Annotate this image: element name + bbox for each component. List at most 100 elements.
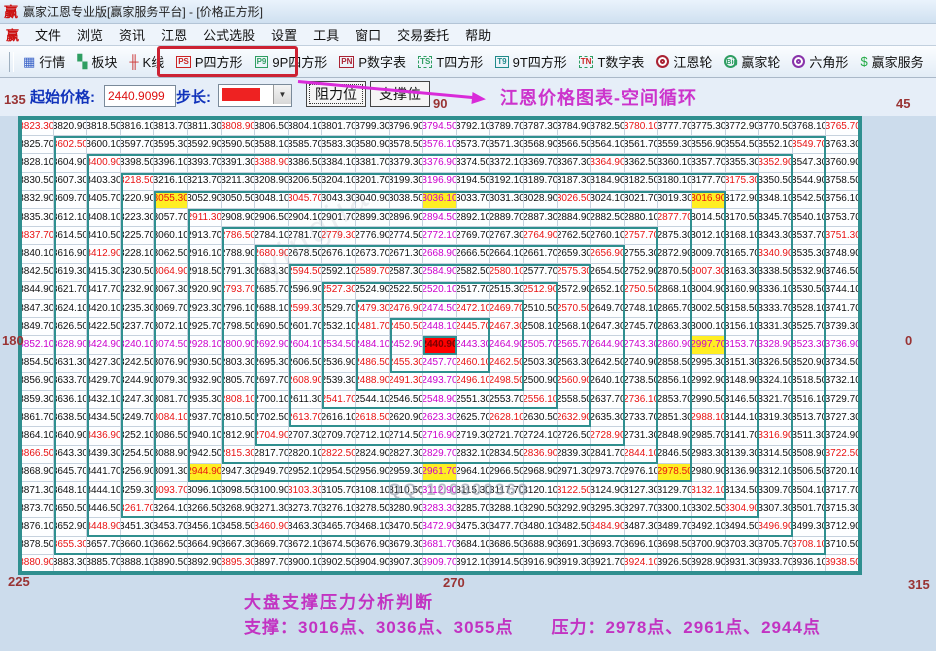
angle-label-45: 45	[896, 96, 910, 111]
menu-item-公式选股[interactable]: 公式选股	[195, 23, 263, 46]
grid-cell: 2551.30	[457, 391, 491, 409]
table-grid-icon: ▦	[23, 54, 35, 70]
angle-label-225: 225	[8, 574, 30, 589]
grid-cell: 3345.70	[759, 209, 793, 227]
grid-cell: 3139.30	[726, 446, 760, 464]
toolbar-item-winner-service[interactable]: $赢家服务	[854, 49, 929, 74]
menu-item-工具[interactable]: 工具	[305, 23, 347, 46]
menu-item-江恩[interactable]: 江恩	[153, 23, 195, 46]
grid-cell: 3434.50	[87, 409, 121, 427]
grid-cell: 3633.70	[54, 373, 88, 391]
grid-cell: 3002.50	[692, 300, 726, 318]
tn-badge-icon: TN	[579, 56, 594, 68]
toolbar-item-9p-square[interactable]: P99P四方形	[249, 49, 334, 74]
toolbar-item-hexagon[interactable]: 六角形	[786, 49, 854, 74]
grid-cell: 2935.30	[188, 391, 222, 409]
grid-cell: 2988.10	[692, 409, 726, 427]
grid-cell: 3453.70	[154, 518, 188, 536]
grid-cell: 2700.10	[255, 391, 289, 409]
menu-item-窗口[interactable]: 窗口	[347, 23, 389, 46]
grid-cell: 3369.70	[524, 154, 558, 172]
menu-item-交易委托[interactable]: 交易委托	[389, 23, 457, 46]
grid-cell: 3914.50	[490, 555, 524, 573]
grid-cell: 2592.10	[322, 264, 356, 282]
menu-item-浏览[interactable]: 浏览	[69, 23, 111, 46]
grid-cell: 2544.10	[356, 391, 390, 409]
grid-cell: 2604.10	[289, 336, 323, 354]
toolbar-item-t-number-table[interactable]: TNT数字表	[573, 49, 651, 74]
grid-cell: 2508.10	[524, 318, 558, 336]
grid-cell: 2767.30	[490, 227, 524, 245]
grid-cell: 2824.90	[356, 446, 390, 464]
step-dropdown[interactable]: ▼	[218, 84, 292, 107]
toolbar-item-kline[interactable]: ╫K线	[123, 49, 170, 74]
grid-cell: 2863.30	[658, 318, 692, 336]
grid-cell: 3556.90	[692, 136, 726, 154]
chevron-down-icon[interactable]: ▼	[273, 85, 291, 104]
toolbar-item-gann-wheel[interactable]: 江恩轮	[650, 49, 718, 74]
menu-item-设置[interactable]: 设置	[263, 23, 305, 46]
grid-cell: 2527.30	[322, 282, 356, 300]
grid-cell: 3674.50	[322, 537, 356, 555]
grid-cell: 3302.50	[692, 500, 726, 518]
toolbar-item-winner-wheel[interactable]: Big赢家轮	[718, 49, 786, 74]
grid-cell: 3100.90	[255, 482, 289, 500]
grid-cell: 3278.50	[356, 500, 390, 518]
grid-cell: 2491.30	[390, 373, 424, 391]
grid-cell: 3748.90	[826, 245, 860, 263]
grid-cell: 3643.30	[54, 446, 88, 464]
grid-cell: 3261.70	[121, 500, 155, 518]
grid-cell: 2980.90	[692, 464, 726, 482]
grid-cell: 3444.10	[87, 482, 121, 500]
grid-cell: 3624.10	[54, 300, 88, 318]
grid-cell: 2467.30	[490, 318, 524, 336]
grid-cell: 3470.50	[390, 518, 424, 536]
grid-cell: 3837.70	[20, 227, 54, 245]
menu-item-文件[interactable]: 文件	[27, 23, 69, 46]
grid-cell: 3506.50	[793, 464, 827, 482]
grid-cell: 2805.70	[222, 373, 256, 391]
grid-cell: 3628.90	[54, 336, 88, 354]
toolbar-item-t-square[interactable]: TST四方形	[412, 49, 489, 74]
grid-cell: 3585.70	[289, 136, 323, 154]
grid-cell: 2841.70	[591, 446, 625, 464]
grid-cell: 3492.10	[692, 518, 726, 536]
grid-cell: 3295.30	[591, 500, 625, 518]
grid-cell: 3698.50	[658, 537, 692, 555]
grid-cell: 2731.30	[625, 427, 659, 445]
grid-cell: 3830.50	[20, 173, 54, 191]
toolbar-item-p-square[interactable]: PSP四方形	[170, 49, 248, 74]
grid-cell: 3439.30	[87, 446, 121, 464]
grid-cell: 3612.10	[54, 209, 88, 227]
grid-cell: 3703.30	[726, 537, 760, 555]
grid-cell: 2644.90	[591, 336, 625, 354]
toolbar-item-9t-square[interactable]: T99T四方形	[489, 49, 573, 74]
grid-cell: 3144.10	[726, 409, 760, 427]
grid-cell: 3487.30	[625, 518, 659, 536]
grid-cell: 3511.30	[793, 427, 827, 445]
grid-cell: 2452.90	[390, 336, 424, 354]
grid-cell: 2942.50	[188, 446, 222, 464]
grid-cell: 3686.50	[490, 537, 524, 555]
start-price-input[interactable]	[104, 85, 176, 107]
grid-cell: 3328.90	[759, 336, 793, 354]
toolbar-item-sectors[interactable]: ▚板块	[71, 49, 123, 74]
grid-cell: 3396.10	[154, 154, 188, 172]
grid-cell: 3924.10	[625, 555, 659, 573]
menu-item-资讯[interactable]: 资讯	[111, 23, 153, 46]
toolbar-item-p-number-table[interactable]: PNP数字表	[333, 49, 412, 74]
grid-cell: 3717.70	[826, 482, 860, 500]
step-label: 步长:	[176, 86, 211, 107]
grid-cell: 3688.90	[524, 537, 558, 555]
grid-cell: 2524.90	[356, 282, 390, 300]
grid-cell: 3844.90	[20, 282, 54, 300]
grid-cell: 3583.30	[322, 136, 356, 154]
grid-cell: 2860.90	[658, 336, 692, 354]
toolbar-item-quotes[interactable]: ▦行情	[17, 49, 71, 74]
menu-item-帮助[interactable]: 帮助	[457, 23, 499, 46]
grid-cell: 3321.70	[759, 391, 793, 409]
support-label: 支撑：	[244, 618, 298, 637]
grid-cell: 3448.90	[87, 518, 121, 536]
grid-cell: 2736.10	[625, 391, 659, 409]
grid-cell: 3640.90	[54, 427, 88, 445]
